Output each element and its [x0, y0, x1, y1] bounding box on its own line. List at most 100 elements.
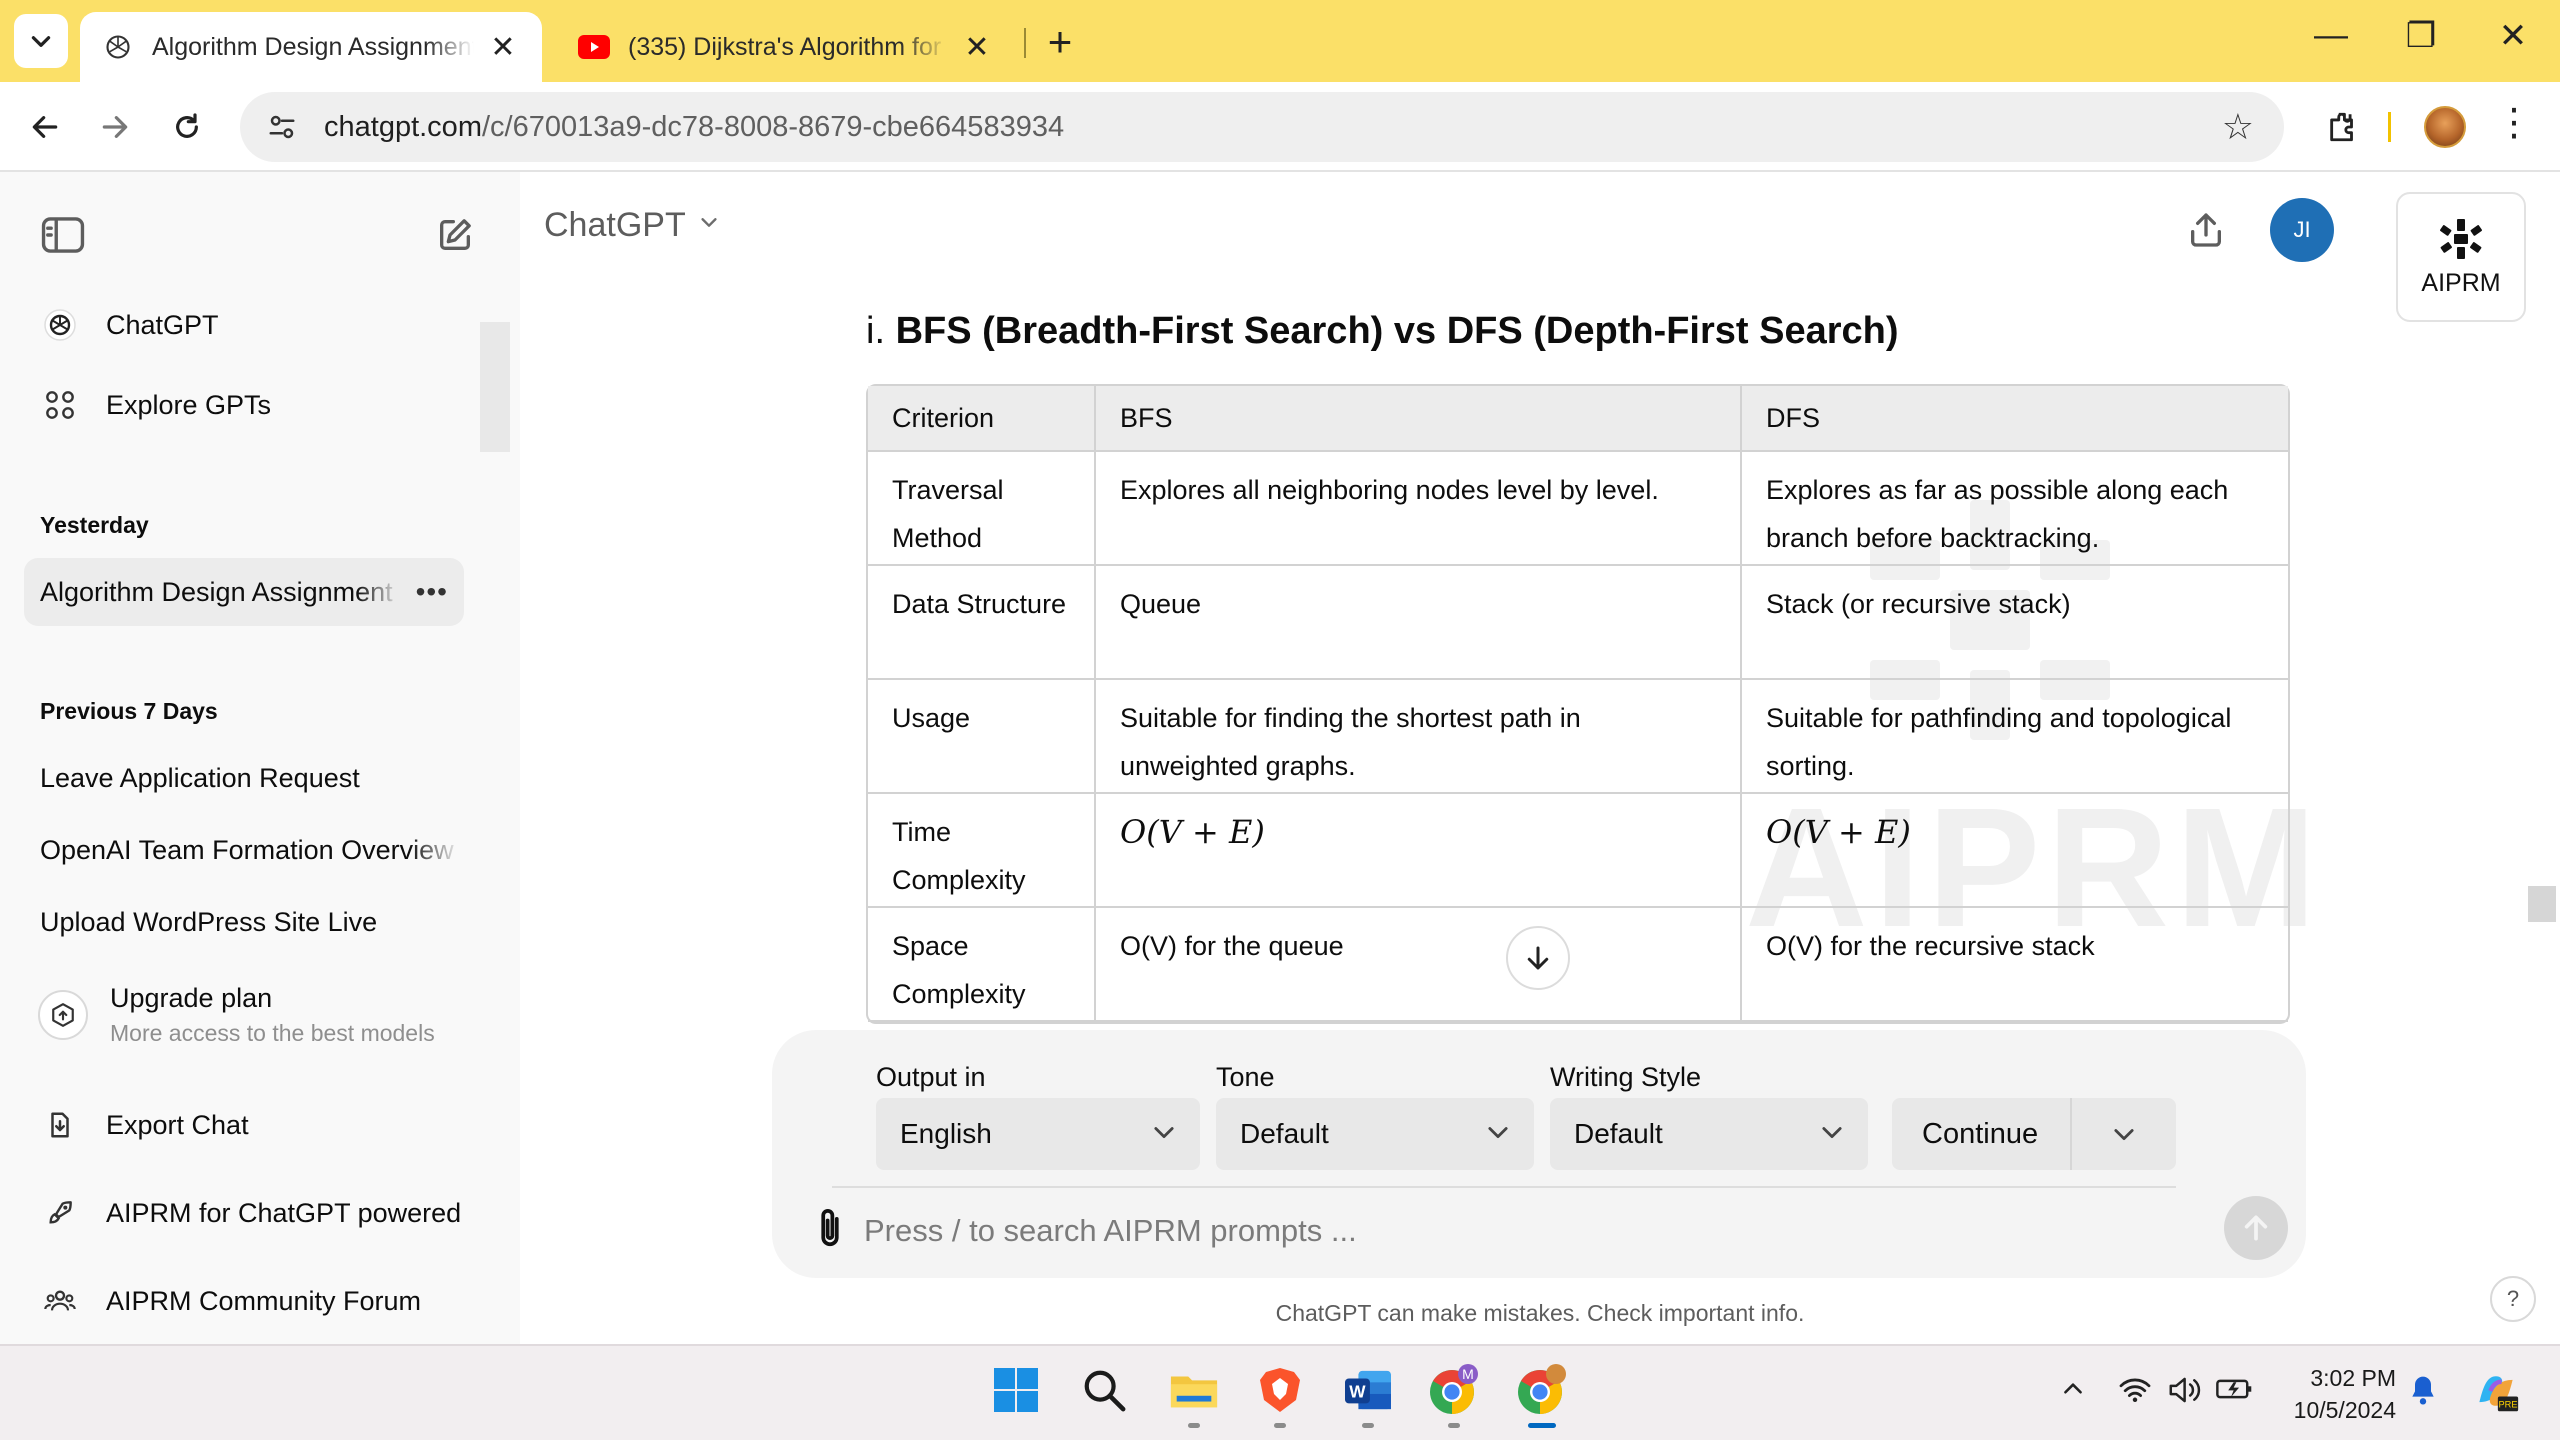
share-icon	[2191, 213, 2221, 247]
output-language-select[interactable]: English	[876, 1098, 1200, 1170]
chevron-down-icon	[1822, 1127, 1842, 1139]
user-avatar[interactable]: JI	[2270, 198, 2334, 262]
community-icon	[40, 1281, 80, 1321]
windows-start-icon[interactable]	[986, 1360, 1046, 1420]
clock[interactable]: 3:02 PM 10/5/2024	[2280, 1362, 2396, 1426]
wifi-icon[interactable]	[2118, 1376, 2152, 1412]
tone-select[interactable]: Default	[1216, 1098, 1534, 1170]
chrome-active-icon[interactable]	[1512, 1360, 1572, 1428]
table-row: Traversal Method Explores all neighborin…	[868, 452, 2288, 566]
chevron-down-icon	[698, 211, 720, 240]
new-chat-button[interactable]	[428, 208, 482, 262]
bookmark-star-icon[interactable]: ☆	[2222, 106, 2254, 148]
table-row: Usage Suitable for finding the shortest …	[868, 680, 2288, 794]
running-indicator	[1274, 1423, 1286, 1428]
page-scrollbar-thumb[interactable]	[2528, 886, 2556, 922]
restore-button[interactable]: ❐	[2396, 16, 2446, 56]
sidebar-item-explore-gpts[interactable]: Explore GPTs	[24, 372, 464, 438]
scroll-to-bottom-button[interactable]	[1506, 926, 1570, 990]
sidebar-scrollbar[interactable]	[480, 322, 510, 452]
close-tab-icon[interactable]: ✕	[486, 30, 520, 65]
chevron-up-icon[interactable]	[2060, 1376, 2086, 1410]
minimize-button[interactable]: —	[2306, 16, 2356, 55]
output-label: Output in	[876, 1062, 986, 1092]
select-value: Default	[1240, 1118, 1329, 1149]
table-cell: Explores as far as possible along each b…	[1742, 452, 2288, 566]
help-button[interactable]: ?	[2490, 1276, 2536, 1322]
svg-text:PRE: PRE	[2499, 1400, 2518, 1410]
site-settings-icon[interactable]	[262, 107, 302, 147]
active-indicator	[1528, 1423, 1556, 1428]
close-tab-icon[interactable]: ✕	[960, 30, 994, 65]
clock-time: 3:02 PM	[2310, 1365, 2396, 1391]
table-cell: Suitable for finding the shortest path i…	[1096, 680, 1742, 794]
word-icon[interactable]: W	[1338, 1360, 1398, 1428]
table-header-cell: DFS	[1742, 386, 2288, 452]
brave-icon[interactable]	[1250, 1360, 1310, 1428]
table-header-row: Criterion BFS DFS	[868, 386, 2288, 452]
tab-title: (335) Dijkstra's Algorithm for Di	[628, 32, 948, 61]
table-cell: O(V) for the recursive stack	[1742, 908, 2288, 1022]
file-explorer-icon[interactable]	[1164, 1360, 1224, 1428]
section-heading: i. BFS (Breadth-First Search) vs DFS (De…	[866, 310, 1899, 353]
attach-button[interactable]	[808, 1204, 852, 1254]
chat-options-icon[interactable]: •••	[416, 576, 448, 608]
forward-button[interactable]	[90, 102, 140, 152]
chat-item-leave-application[interactable]: Leave Application Request	[24, 744, 464, 812]
table-row: Space Complexity O(V) for the queue O(V)…	[868, 908, 2288, 1022]
upgrade-title: Upgrade plan	[110, 983, 273, 1013]
back-button[interactable]	[20, 102, 70, 152]
notification-bell-icon[interactable]	[2408, 1374, 2438, 1414]
upgrade-icon	[38, 990, 88, 1040]
writing-style-select[interactable]: Default	[1550, 1098, 1868, 1170]
group-label-previous-7-days: Previous 7 Days	[40, 698, 218, 724]
volume-icon[interactable]	[2168, 1376, 2204, 1412]
model-selector[interactable]: ChatGPT	[544, 206, 720, 245]
chat-item-algorithm-design[interactable]: Algorithm Design Assignment •••	[24, 558, 464, 626]
sidebar-item-chatgpt[interactable]: ChatGPT	[24, 292, 464, 358]
table-cell: O(V) for the queue	[1096, 908, 1742, 1022]
close-window-button[interactable]: ✕	[2488, 16, 2538, 56]
reload-icon	[176, 113, 198, 138]
table-cell: Traversal Method	[868, 452, 1096, 566]
upgrade-subtitle: More access to the best models	[110, 1020, 435, 1046]
continue-split-button[interactable]: Continue	[1892, 1098, 2176, 1170]
prompt-input[interactable]	[864, 1206, 2124, 1256]
chat-item-upload-wordpress[interactable]: Upload WordPress Site Live	[24, 888, 464, 956]
table-row: Data Structure Queue Stack (or recursive…	[868, 566, 2288, 680]
browser-menu-icon[interactable]: ⋮	[2494, 100, 2534, 145]
profile-avatar[interactable]	[2424, 106, 2466, 148]
send-button[interactable]	[2224, 1196, 2288, 1260]
tab-dijkstra-video[interactable]: (335) Dijkstra's Algorithm for Di ✕	[556, 12, 1016, 82]
select-value: English	[900, 1118, 992, 1149]
tab-search-button[interactable]	[14, 14, 68, 68]
sidebar-item-label: AIPRM for ChatGPT powered	[106, 1197, 462, 1228]
reload-button[interactable]	[162, 102, 212, 152]
upgrade-plan-button[interactable]: Upgrade plan More access to the best mod…	[24, 972, 464, 1058]
chat-item-openai-team[interactable]: OpenAI Team Formation Overview	[24, 816, 464, 884]
search-icon[interactable]	[1074, 1360, 1134, 1420]
new-tab-button[interactable]: +	[1040, 18, 1080, 66]
sidebar-item-aiprm-powered[interactable]: AIPRM for ChatGPT powered	[24, 1180, 464, 1246]
copilot-icon[interactable]: PRE	[2472, 1368, 2520, 1422]
select-value: Default	[1574, 1118, 1663, 1149]
chrome-profile-m-icon[interactable]: M	[1424, 1360, 1484, 1428]
battery-icon[interactable]	[2216, 1376, 2254, 1410]
extensions-icon[interactable]	[2318, 102, 2368, 152]
running-indicator	[1188, 1423, 1200, 1428]
table-header-cell: Criterion	[868, 386, 1096, 452]
running-indicator	[1362, 1423, 1374, 1428]
sidebar-item-export-chat[interactable]: Export Chat	[24, 1092, 464, 1158]
address-bar[interactable]: chatgpt.com/c/670013a9-dc78-8008-8679-cb…	[240, 92, 2284, 162]
share-button[interactable]	[2180, 204, 2232, 256]
aiprm-logo-icon	[2440, 218, 2482, 259]
chevron-down-icon[interactable]	[2110, 1120, 2138, 1148]
tab-algorithm-design[interactable]: Algorithm Design Assignment S ✕	[80, 12, 542, 82]
continue-button[interactable]: Continue	[1922, 1118, 2038, 1151]
toggle-sidebar-button[interactable]	[36, 208, 90, 262]
writing-style-label: Writing Style	[1550, 1062, 1702, 1092]
sidebar-item-aiprm-community[interactable]: AIPRM Community Forum	[24, 1268, 464, 1334]
tab-title: Algorithm Design Assignment S	[152, 32, 474, 61]
aiprm-button[interactable]: AIPRM	[2396, 192, 2526, 322]
arrow-right-icon	[102, 116, 128, 138]
